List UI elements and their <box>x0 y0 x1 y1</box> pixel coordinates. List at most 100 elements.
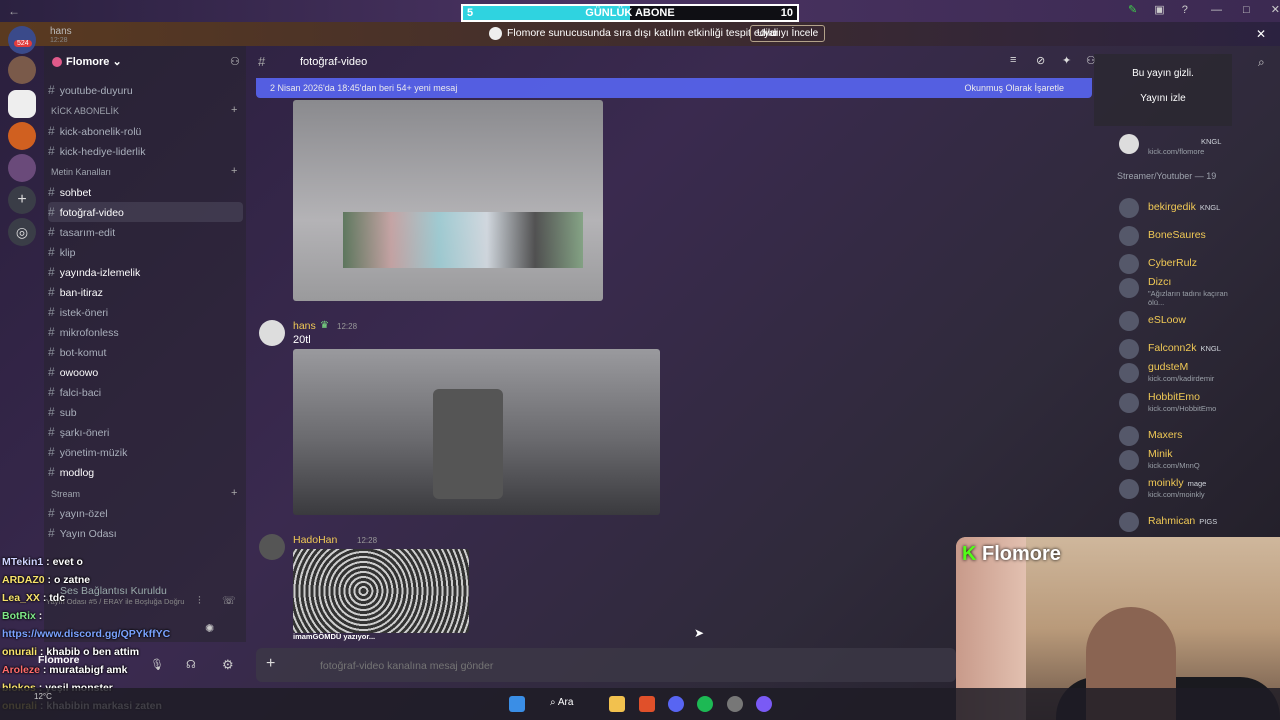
member-avatar[interactable] <box>1119 393 1139 413</box>
member-name[interactable]: BoneSaures <box>1148 229 1206 241</box>
channel-label: şarkı-öneri <box>59 427 110 439</box>
channel-item[interactable]: # sohbet <box>48 182 243 202</box>
member-label: BoneSaures <box>1148 229 1206 241</box>
member-avatar[interactable] <box>1119 198 1139 218</box>
channel-item[interactable]: # Yayın Odası <box>48 523 243 543</box>
channel-item[interactable]: # youtube-duyuru <box>48 80 243 100</box>
avatar[interactable] <box>259 534 285 560</box>
message-text: 20tl <box>293 334 311 346</box>
member-avatar[interactable] <box>1119 512 1139 532</box>
app-icon[interactable] <box>727 696 743 712</box>
message-image[interactable] <box>293 100 603 301</box>
channel-item[interactable]: # istek-öneri <box>48 302 243 322</box>
member-avatar[interactable] <box>1119 134 1139 154</box>
back-icon[interactable]: ← <box>8 4 20 18</box>
channel-item[interactable]: # falci-baci <box>48 382 243 402</box>
server-avatar[interactable] <box>8 56 36 84</box>
channel-item[interactable]: # owoowo <box>48 362 243 382</box>
channel-item[interactable]: # fotoğraf-video <box>48 202 243 222</box>
channel-item[interactable]: # tasarım-edit <box>48 222 243 242</box>
server-avatar[interactable] <box>8 122 36 150</box>
message-image[interactable] <box>293 349 660 515</box>
channel-item[interactable]: # bot-komut <box>48 342 243 362</box>
channel-item[interactable]: # şarkı-öneri <box>48 422 243 442</box>
file-explorer-icon[interactable] <box>609 696 625 712</box>
member-avatar[interactable] <box>1119 311 1139 331</box>
message-input[interactable] <box>318 656 842 676</box>
channel-item[interactable]: # kick-hediye-liderlik <box>48 141 243 161</box>
member-name[interactable]: bekirgedik KNGL <box>1148 201 1220 213</box>
channel-category[interactable]: KİCK ABONELİK <box>51 106 119 116</box>
maximize-icon[interactable]: □ <box>1243 4 1250 16</box>
message-author[interactable]: HadoHan <box>293 534 337 546</box>
windows-start-icon[interactable] <box>509 696 525 712</box>
member-avatar[interactable] <box>1119 226 1139 246</box>
member-label: Maxers <box>1148 429 1183 441</box>
channel-item[interactable]: # klip <box>48 242 243 262</box>
member-name[interactable]: Minik <box>1148 448 1173 460</box>
threads-icon[interactable]: ≡ <box>1010 54 1016 66</box>
attach-plus-icon[interactable]: + <box>266 655 275 673</box>
channel-item[interactable]: # yönetim-müzik <box>48 442 243 462</box>
channel-category[interactable]: Stream <box>51 489 80 499</box>
message-image[interactable] <box>293 549 469 633</box>
member-avatar[interactable] <box>1119 450 1139 470</box>
raid-alert-bar: Flomore sunucusunda sıra dışı katılım et… <box>0 22 1280 46</box>
new-messages-bar[interactable]: 2 Nisan 2026'da 18:45'dan beri 54+ yeni … <box>256 78 1092 98</box>
channel-item[interactable]: # modlog <box>48 462 243 482</box>
inbox-icon[interactable]: ▣ <box>1154 4 1164 16</box>
taskbar-search[interactable]: ⌕ Ara <box>550 697 573 708</box>
server-avatar[interactable] <box>8 154 36 182</box>
add-channel-icon[interactable]: + <box>231 165 237 177</box>
message-author[interactable]: hans <box>293 320 316 332</box>
pin-icon[interactable]: ✦ <box>1062 54 1071 67</box>
member-avatar[interactable] <box>1119 278 1139 298</box>
member-avatar[interactable] <box>1119 254 1139 274</box>
invite-icon[interactable]: ⚇ <box>230 55 240 68</box>
member-avatar[interactable] <box>1119 479 1139 499</box>
member-avatar[interactable] <box>1119 426 1139 446</box>
channel-item[interactable]: # mikrofonless <box>48 322 243 342</box>
mute-icon[interactable]: ⊘ <box>1036 54 1045 67</box>
channel-item[interactable]: # ban-itiraz <box>48 282 243 302</box>
member-name[interactable]: Maxers <box>1148 429 1182 441</box>
ai-icon[interactable]: ✎ <box>1128 4 1137 16</box>
member-avatar[interactable] <box>1119 339 1139 359</box>
channel-item[interactable]: # yayın-özel <box>48 503 243 523</box>
add-channel-icon[interactable]: + <box>231 104 237 116</box>
server-avatar[interactable] <box>8 90 36 118</box>
server-name[interactable]: Flomore ⌄ <box>52 55 122 68</box>
member-name[interactable]: HobbitEmo <box>1148 391 1200 403</box>
channel-item[interactable]: # kick-abonelik-rolü <box>48 121 243 141</box>
channel-category[interactable]: Metin Kanalları <box>51 167 111 177</box>
avatar[interactable] <box>259 320 285 346</box>
member-name[interactable]: CyberRulz <box>1148 257 1197 269</box>
alert-review-button[interactable]: Uyarıyı İncele <box>750 25 826 42</box>
spotify-icon[interactable] <box>697 696 713 712</box>
member-name[interactable]: Rahmican PIGS <box>1148 515 1217 527</box>
member-name[interactable]: Dizcı <box>1148 276 1171 288</box>
mark-read-button[interactable]: Okunmuş Olarak İşaretle <box>964 83 1064 93</box>
close-window-icon[interactable]: ✕ <box>1271 4 1280 16</box>
channel-item[interactable]: # sub <box>48 402 243 422</box>
explore-icon[interactable]: ◎ <box>8 218 36 246</box>
member-label: Falconn2k <box>1148 342 1197 354</box>
member-name[interactable]: eSLoow <box>1148 314 1186 326</box>
member-avatar[interactable] <box>1119 363 1139 383</box>
add-channel-icon[interactable]: + <box>231 487 237 499</box>
discord-icon[interactable] <box>668 696 684 712</box>
brave-browser-icon[interactable] <box>639 696 655 712</box>
obs-icon[interactable] <box>756 696 772 712</box>
add-server-icon[interactable]: + <box>8 186 36 214</box>
member-name[interactable]: Falconn2k KNGL <box>1148 342 1221 354</box>
member-name[interactable]: gudsteM <box>1148 361 1188 373</box>
search-icon[interactable]: ⌕ <box>1258 55 1265 70</box>
channel-item[interactable]: # yayında-izlemelik <box>48 262 243 282</box>
chat-line: ARDAZ0 : o zatne <box>2 574 91 586</box>
member-name[interactable]: moinkly mage <box>1148 477 1206 489</box>
member-status: kick.com/HobbitEmo <box>1148 404 1217 413</box>
alert-close-icon[interactable]: ✕ <box>1256 27 1266 41</box>
help-icon[interactable]: ? <box>1182 4 1188 16</box>
chat-line: MTekin1 : evet o <box>2 556 83 568</box>
minimize-icon[interactable]: — <box>1211 4 1222 16</box>
